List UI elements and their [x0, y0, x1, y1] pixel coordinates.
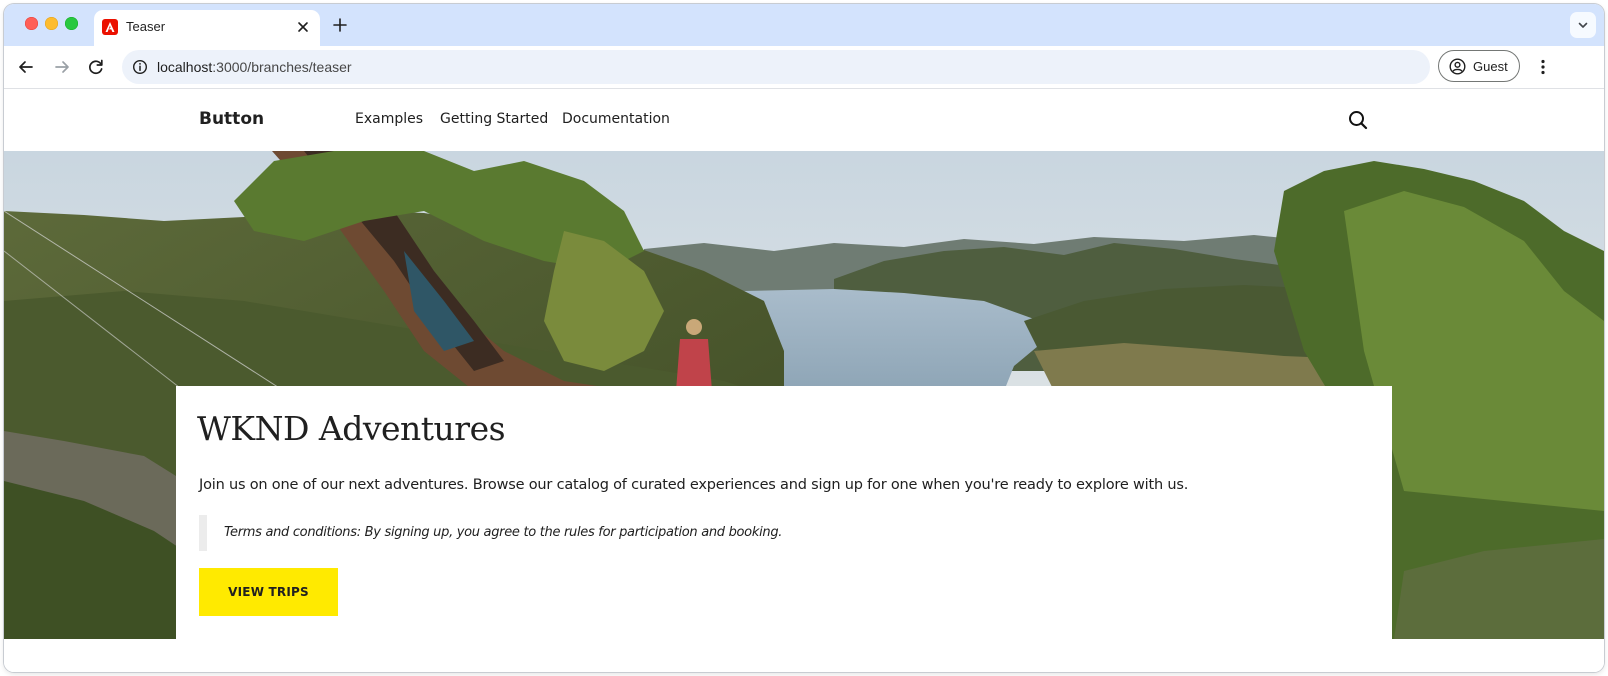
tab-strip: Teaser: [4, 4, 1604, 46]
site-header: Button Examples Getting Started Document…: [4, 89, 1604, 151]
nav-link-examples[interactable]: Examples: [355, 111, 423, 127]
teaser-terms-block: Terms and conditions: By signing up, you…: [199, 515, 799, 551]
nav-link-getting-started[interactable]: Getting Started: [440, 111, 548, 127]
profile-button[interactable]: Guest: [1438, 50, 1520, 82]
nav-link-documentation[interactable]: Documentation: [562, 111, 670, 127]
window-minimize-button[interactable]: [45, 17, 58, 30]
address-bar[interactable]: localhost:3000/branches/teaser: [122, 50, 1430, 84]
search-icon[interactable]: [1346, 108, 1370, 132]
teaser-description: Join us on one of our next adventures. B…: [199, 477, 1189, 493]
teaser-hero: WKND Adventures Join us on one of our ne…: [4, 151, 1604, 640]
view-trips-button[interactable]: VIEW TRIPS: [199, 568, 338, 616]
tab-title: Teaser: [126, 19, 166, 34]
site-info-icon[interactable]: [132, 59, 148, 75]
window-close-button[interactable]: [25, 17, 38, 30]
browser-window: Teaser localhost:3000/branches/teaser Gu…: [4, 4, 1604, 672]
browser-toolbar: localhost:3000/branches/teaser Guest: [4, 46, 1604, 89]
url-path: :3000/branches/teaser: [212, 59, 352, 75]
window-maximize-button[interactable]: [65, 17, 78, 30]
teaser-title: WKND Adventures: [197, 409, 506, 448]
site-brand[interactable]: Button: [199, 109, 264, 129]
new-tab-icon[interactable]: [330, 15, 350, 35]
close-tab-icon[interactable]: [294, 18, 312, 36]
profile-label: Guest: [1473, 59, 1508, 74]
more-menu-icon[interactable]: [1532, 56, 1554, 78]
page-bottom-area: [4, 639, 1604, 672]
account-circle-icon: [1449, 58, 1466, 75]
reload-icon[interactable]: [85, 56, 107, 78]
url-text[interactable]: localhost:3000/branches/teaser: [157, 59, 352, 75]
url-host: localhost: [157, 59, 213, 75]
page-viewport: Button Examples Getting Started Document…: [4, 89, 1604, 672]
teaser-card: WKND Adventures Join us on one of our ne…: [176, 386, 1392, 640]
browser-tab-active[interactable]: Teaser: [94, 10, 320, 46]
teaser-terms-text: Terms and conditions: By signing up, you…: [224, 525, 783, 540]
adobe-logo-icon: [102, 19, 118, 35]
forward-arrow-icon[interactable]: [51, 56, 73, 78]
tab-search-chevron-down-icon[interactable]: [1570, 12, 1596, 38]
back-arrow-icon[interactable]: [15, 56, 37, 78]
